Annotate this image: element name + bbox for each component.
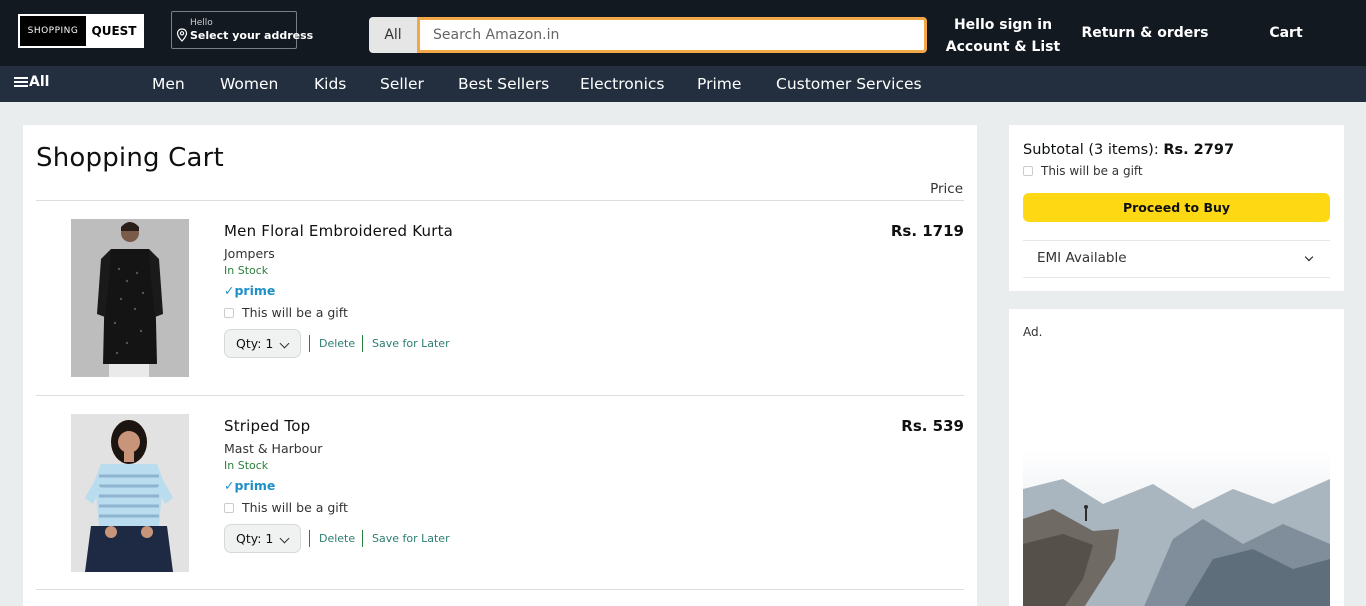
gift-option: This will be a gift [224, 500, 348, 515]
proceed-to-buy-button[interactable]: Proceed to Buy [1023, 193, 1330, 222]
gift-label: This will be a gift [1041, 164, 1143, 178]
quantity-value: Qty: 1 [236, 336, 274, 351]
cart-item: Men Floral Embroidered Kurta Jompers In … [36, 201, 964, 395]
logo-left-text: SHOPPING [20, 16, 86, 46]
prime-badge: ✓prime [224, 283, 276, 298]
nav-item-kids[interactable]: Kids [314, 75, 346, 93]
quantity-dropdown[interactable]: Qty: 1 [224, 329, 301, 358]
chevron-down-icon [1304, 252, 1314, 262]
quantity-dropdown[interactable]: Qty: 1 [224, 524, 301, 553]
site-logo[interactable]: SHOPPING QUEST [18, 14, 144, 48]
price-column-header: Price [930, 181, 963, 197]
top-header: SHOPPING QUEST Hello Select your address… [0, 0, 1366, 66]
product-image-kurta[interactable] [71, 219, 189, 377]
subtotal-panel: Subtotal (3 items): Rs. 2797 This will b… [1009, 125, 1344, 291]
location-pin-icon [176, 28, 188, 42]
ad-panel: Ad. [1009, 309, 1344, 606]
separator [309, 335, 310, 352]
gift-option: This will be a gift [224, 305, 348, 320]
gift-checkbox[interactable] [1023, 166, 1033, 176]
ad-label: Ad. [1023, 325, 1043, 339]
cart-item: Striped Top Mast & Harbour In Stock ✓pri… [36, 396, 964, 590]
separator [362, 530, 363, 547]
hamburger-icon [14, 77, 28, 87]
shopping-cart-panel: Shopping Cart Price Men Floral Embroider… [23, 125, 977, 606]
delete-link[interactable]: Delete [319, 337, 355, 350]
product-brand: Jompers [224, 246, 275, 261]
chevron-down-icon [279, 338, 290, 349]
nav-item-customer-services[interactable]: Customer Services [776, 75, 922, 93]
returns-orders-link[interactable]: Return & orders [1078, 25, 1212, 41]
prime-badge: ✓prime [224, 478, 276, 493]
separator [362, 335, 363, 352]
delete-link[interactable]: Delete [319, 532, 355, 545]
gift-checkbox[interactable] [224, 502, 234, 513]
quantity-value: Qty: 1 [236, 531, 274, 546]
gift-checkbox[interactable] [224, 307, 234, 318]
gift-label: This will be a gift [242, 305, 348, 320]
product-image-striped-top[interactable] [71, 414, 189, 572]
nav-item-women[interactable]: Women [220, 75, 278, 93]
divider [36, 589, 964, 590]
emi-accordion[interactable]: EMI Available [1023, 240, 1330, 278]
stock-status: In Stock [224, 459, 269, 472]
emi-label: EMI Available [1037, 250, 1127, 266]
save-for-later-link[interactable]: Save for Later [372, 337, 450, 350]
nav-item-prime[interactable]: Prime [697, 75, 741, 93]
signin-line1: Hello sign in [953, 17, 1053, 33]
subtotal-summary: Subtotal (3 items): Rs. 2797 [1023, 142, 1234, 158]
signin-line2: Account & List [945, 39, 1061, 55]
nav-bar: All Men Women Kids Seller Best Sellers E… [0, 66, 1366, 102]
product-title[interactable]: Striped Top [224, 417, 310, 435]
ad-image[interactable] [1023, 449, 1330, 606]
nav-item-seller[interactable]: Seller [380, 75, 424, 93]
search-category-dropdown[interactable]: All [369, 17, 417, 53]
search-input[interactable] [417, 17, 927, 53]
gift-option: This will be a gift [1023, 164, 1143, 178]
product-price: Rs. 1719 [890, 222, 964, 240]
subtotal-label: Subtotal (3 items): [1023, 142, 1159, 158]
separator [309, 530, 310, 547]
address-select-label: Select your address [190, 29, 314, 42]
nav-item-electronics[interactable]: Electronics [580, 75, 664, 93]
product-title[interactable]: Men Floral Embroidered Kurta [224, 222, 453, 240]
product-price: Rs. 539 [901, 417, 964, 435]
account-signin[interactable]: Hello sign in Account & List [940, 14, 1066, 58]
chevron-down-icon [279, 533, 290, 544]
stock-status: In Stock [224, 264, 269, 277]
page-title: Shopping Cart [36, 143, 224, 173]
search-bar: All [369, 17, 927, 53]
nav-item-best-sellers[interactable]: Best Sellers [458, 75, 549, 93]
gift-label: This will be a gift [242, 500, 348, 515]
logo-right-text: QUEST [91, 24, 137, 38]
subtotal-value: Rs. 2797 [1163, 142, 1235, 158]
nav-all-menu[interactable]: All [14, 74, 49, 90]
cart-link[interactable]: Cart [1248, 25, 1324, 41]
nav-all-label: All [29, 74, 50, 90]
address-selector[interactable]: Hello Select your address [171, 11, 313, 49]
nav-item-men[interactable]: Men [152, 75, 185, 93]
address-hello: Hello [190, 18, 213, 28]
save-for-later-link[interactable]: Save for Later [372, 532, 450, 545]
product-brand: Mast & Harbour [224, 441, 323, 456]
